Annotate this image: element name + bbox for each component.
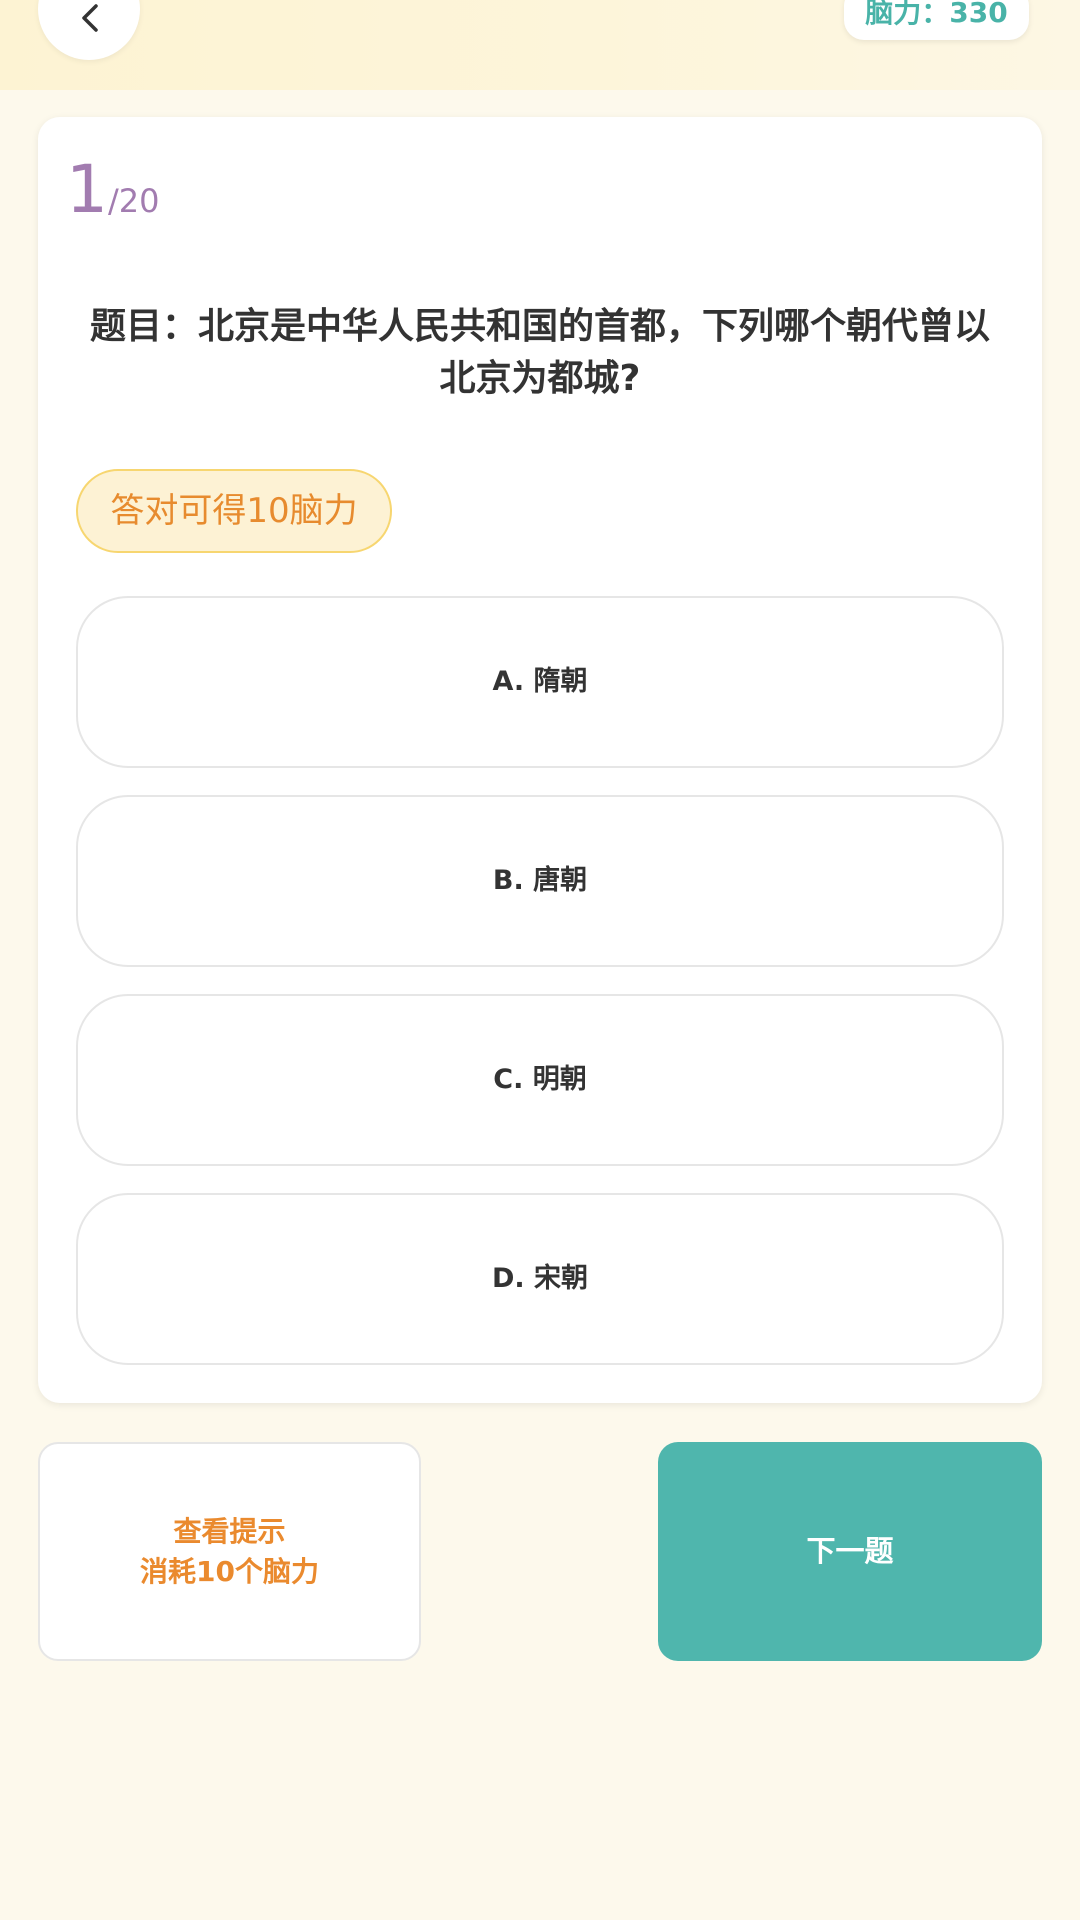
reward-badge: 答对可得10脑力	[76, 469, 392, 553]
option-c-button[interactable]: C. 明朝	[76, 994, 1004, 1166]
next-question-button[interactable]: 下一题	[658, 1442, 1042, 1661]
option-d-button[interactable]: D. 宋朝	[76, 1193, 1004, 1365]
progress-current: 1	[66, 151, 108, 228]
top-bar: 脑力：330	[0, 0, 1080, 90]
question-progress: 1/20	[66, 157, 160, 223]
option-b-button[interactable]: B. 唐朝	[76, 795, 1004, 967]
brain-points-value: 330	[949, 0, 1008, 29]
hint-cost-label: 消耗10个脑力	[140, 1554, 319, 1588]
option-a-button[interactable]: A. 隋朝	[76, 596, 1004, 768]
brain-points-badge: 脑力：330	[844, 0, 1029, 40]
question-text: 题目：北京是中华人民共和国的首都，下列哪个朝代曾以北京为都城?	[89, 306, 990, 399]
back-button[interactable]	[38, 0, 140, 60]
brain-points-label: 脑力：	[865, 0, 950, 29]
progress-total: /20	[108, 182, 160, 220]
view-hint-button[interactable]: 查看提示 消耗10个脑力	[38, 1442, 421, 1661]
chevron-left-icon	[82, 4, 98, 32]
question-card: 1/20 题目：北京是中华人民共和国的首都，下列哪个朝代曾以北京为都城? 答对可…	[38, 117, 1042, 1403]
hint-label: 查看提示	[173, 1514, 286, 1548]
